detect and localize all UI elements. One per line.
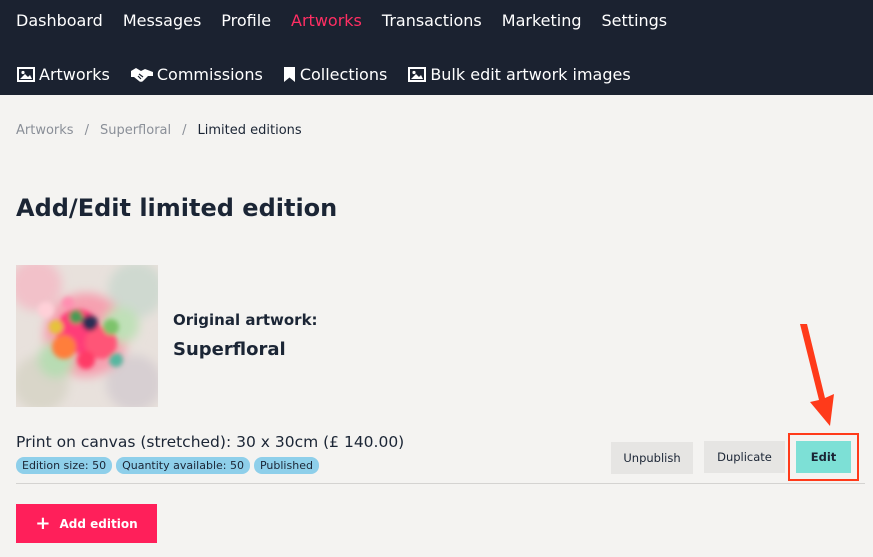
original-artwork-label: Original artwork:: [173, 311, 318, 329]
nav-item-transactions[interactable]: Transactions: [382, 11, 482, 30]
handshake-icon: [130, 66, 154, 84]
breadcrumb-current: Limited editions: [197, 123, 302, 138]
page-title: Add/Edit limited edition: [16, 194, 338, 222]
subnav-label: Bulk edit artwork images: [430, 65, 631, 84]
add-edition-button[interactable]: + Add edition: [16, 504, 157, 543]
nav-item-settings[interactable]: Settings: [602, 11, 668, 30]
nav-item-marketing[interactable]: Marketing: [502, 11, 582, 30]
sub-nav: Artworks Commissions Collections Bulk ed…: [16, 65, 651, 84]
main-nav: Dashboard Messages Profile Artworks Tran…: [16, 11, 687, 30]
subnav-label: Commissions: [156, 65, 263, 84]
breadcrumb-separator: /: [182, 123, 187, 138]
breadcrumb-artworks[interactable]: Artworks: [16, 123, 74, 138]
edition-badges: Edition size: 50 Quantity available: 50 …: [16, 457, 323, 474]
divider: [16, 483, 865, 484]
subnav-item-bulk-edit[interactable]: Bulk edit artwork images: [407, 65, 631, 84]
unpublish-button[interactable]: Unpublish: [611, 442, 693, 474]
edition-size-badge: Edition size: 50: [16, 457, 113, 474]
subnav-label: Collections: [299, 65, 388, 84]
nav-item-messages[interactable]: Messages: [123, 11, 201, 30]
add-edition-label: Add edition: [59, 516, 138, 531]
subnav-item-artworks[interactable]: Artworks: [16, 65, 110, 84]
image-icon: [407, 66, 427, 84]
subnav-item-commissions[interactable]: Commissions: [130, 65, 263, 84]
status-badge: Published: [253, 457, 319, 474]
plus-icon: +: [35, 512, 51, 534]
artwork-thumbnail[interactable]: [16, 265, 158, 407]
edit-highlight-box: [788, 433, 859, 481]
duplicate-button[interactable]: Duplicate: [704, 441, 785, 473]
nav-item-dashboard[interactable]: Dashboard: [16, 11, 103, 30]
breadcrumb-superfloral[interactable]: Superfloral: [100, 123, 171, 138]
subnav-item-collections[interactable]: Collections: [283, 65, 387, 84]
breadcrumb-separator: /: [84, 123, 89, 138]
top-navigation: Dashboard Messages Profile Artworks Tran…: [0, 0, 873, 95]
original-artwork-title: Superfloral: [173, 339, 286, 360]
breadcrumb: Artworks / Superfloral / Limited edition…: [16, 123, 302, 138]
subnav-label: Artworks: [39, 65, 110, 84]
quantity-available-badge: Quantity available: 50: [116, 457, 250, 474]
nav-item-profile[interactable]: Profile: [221, 11, 271, 30]
bookmark-icon: [283, 66, 297, 84]
pointer-arrow-icon: [800, 324, 834, 426]
edition-description: Print on canvas (stretched): 30 x 30cm (…: [16, 433, 405, 451]
image-icon: [16, 66, 36, 84]
nav-item-artworks[interactable]: Artworks: [291, 11, 362, 30]
